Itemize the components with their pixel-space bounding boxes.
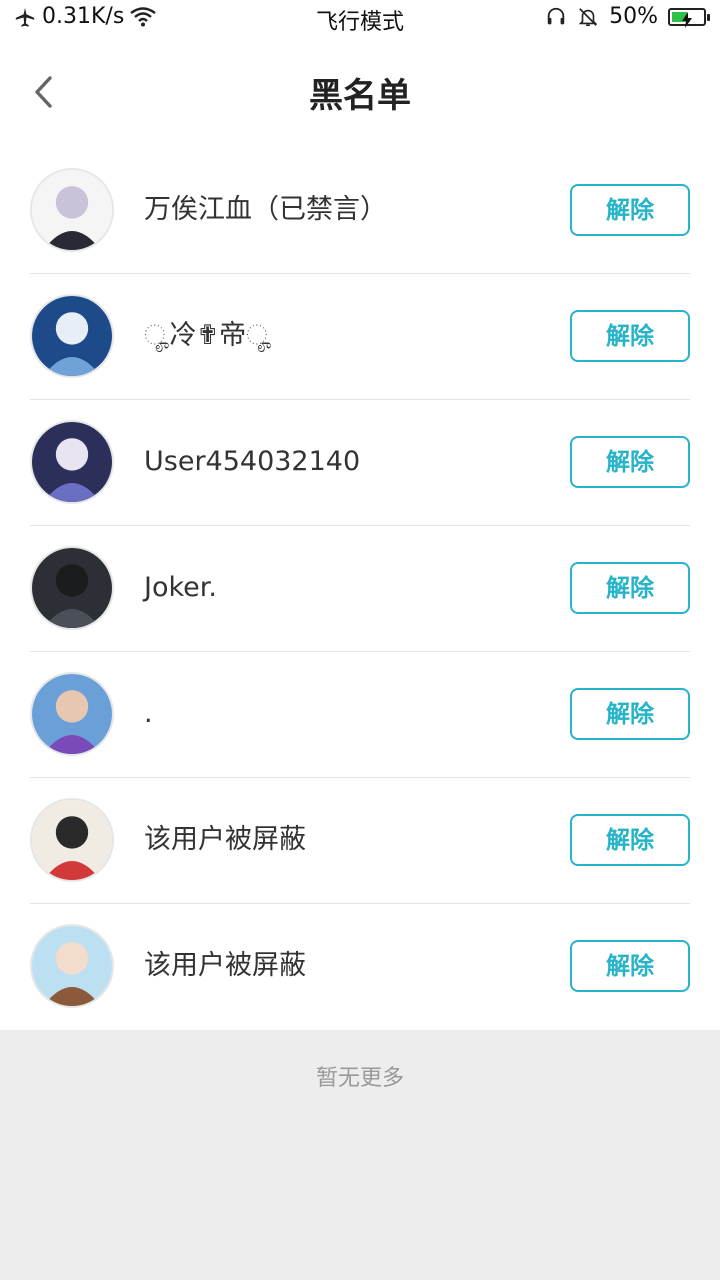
avatar-image xyxy=(32,422,112,502)
status-bar-right: 50% xyxy=(545,4,710,29)
unblock-button[interactable]: 解除 xyxy=(570,310,690,362)
avatar-image xyxy=(32,296,112,376)
avatar-image xyxy=(32,674,112,754)
battery-icon xyxy=(668,7,710,28)
list-item: ೄ冷✟帝ೄ 解除 xyxy=(0,274,720,400)
blacklist-screen: 0.31K/s 飞行模式 50% 黑名单 万俟江血（已禁言） 解除 ೄ冷✟帝ೄ … xyxy=(0,0,720,1280)
avatar[interactable] xyxy=(30,546,114,630)
avatar[interactable] xyxy=(30,798,114,882)
avatar[interactable] xyxy=(30,294,114,378)
avatar[interactable] xyxy=(30,672,114,756)
list-item: 该用户被屏蔽 解除 xyxy=(0,778,720,904)
list-item: User454032140 解除 xyxy=(0,400,720,526)
avatar-image xyxy=(32,800,112,880)
avatar-image xyxy=(32,548,112,628)
headset-icon xyxy=(545,6,567,28)
list-item: 该用户被屏蔽 解除 xyxy=(0,904,720,1030)
page-title: 黑名单 xyxy=(309,76,411,116)
no-more-label: 暂无更多 xyxy=(315,1066,404,1091)
avatar[interactable] xyxy=(30,420,114,504)
unblock-button[interactable]: 解除 xyxy=(570,814,690,866)
list-item: Joker. 解除 xyxy=(0,526,720,652)
battery-percent: 50% xyxy=(609,4,658,29)
user-name: User454032140 xyxy=(144,446,361,477)
user-name: . xyxy=(144,698,153,729)
avatar-image xyxy=(32,926,112,1006)
user-name: ೄ冷✟帝ೄ xyxy=(144,320,272,351)
avatar-image xyxy=(32,170,112,250)
unblock-button[interactable]: 解除 xyxy=(570,688,690,740)
charging-bolt-icon xyxy=(681,9,693,34)
list-item: 万俟江血（已禁言） 解除 xyxy=(0,148,720,274)
header: 黑名单 xyxy=(0,38,720,148)
user-name: 该用户被屏蔽 xyxy=(144,950,306,981)
unblock-button[interactable]: 解除 xyxy=(570,562,690,614)
avatar[interactable] xyxy=(30,168,114,252)
status-bar: 0.31K/s 飞行模式 50% xyxy=(0,0,720,38)
user-name: 万俟江血（已禁言） xyxy=(144,194,387,225)
list-item: . 解除 xyxy=(0,652,720,778)
blacklist-list: 万俟江血（已禁言） 解除ೄ冷✟帝ೄ 解除 User454032140 解除 Joker. 解… xyxy=(0,148,720,1030)
avatar[interactable] xyxy=(30,924,114,1008)
unblock-button[interactable]: 解除 xyxy=(570,436,690,488)
user-name: 该用户被屏蔽 xyxy=(144,824,306,855)
unblock-button[interactable]: 解除 xyxy=(570,184,690,236)
mute-bell-icon xyxy=(577,6,599,28)
user-name: Joker. xyxy=(144,572,217,603)
unblock-button[interactable]: 解除 xyxy=(570,940,690,992)
